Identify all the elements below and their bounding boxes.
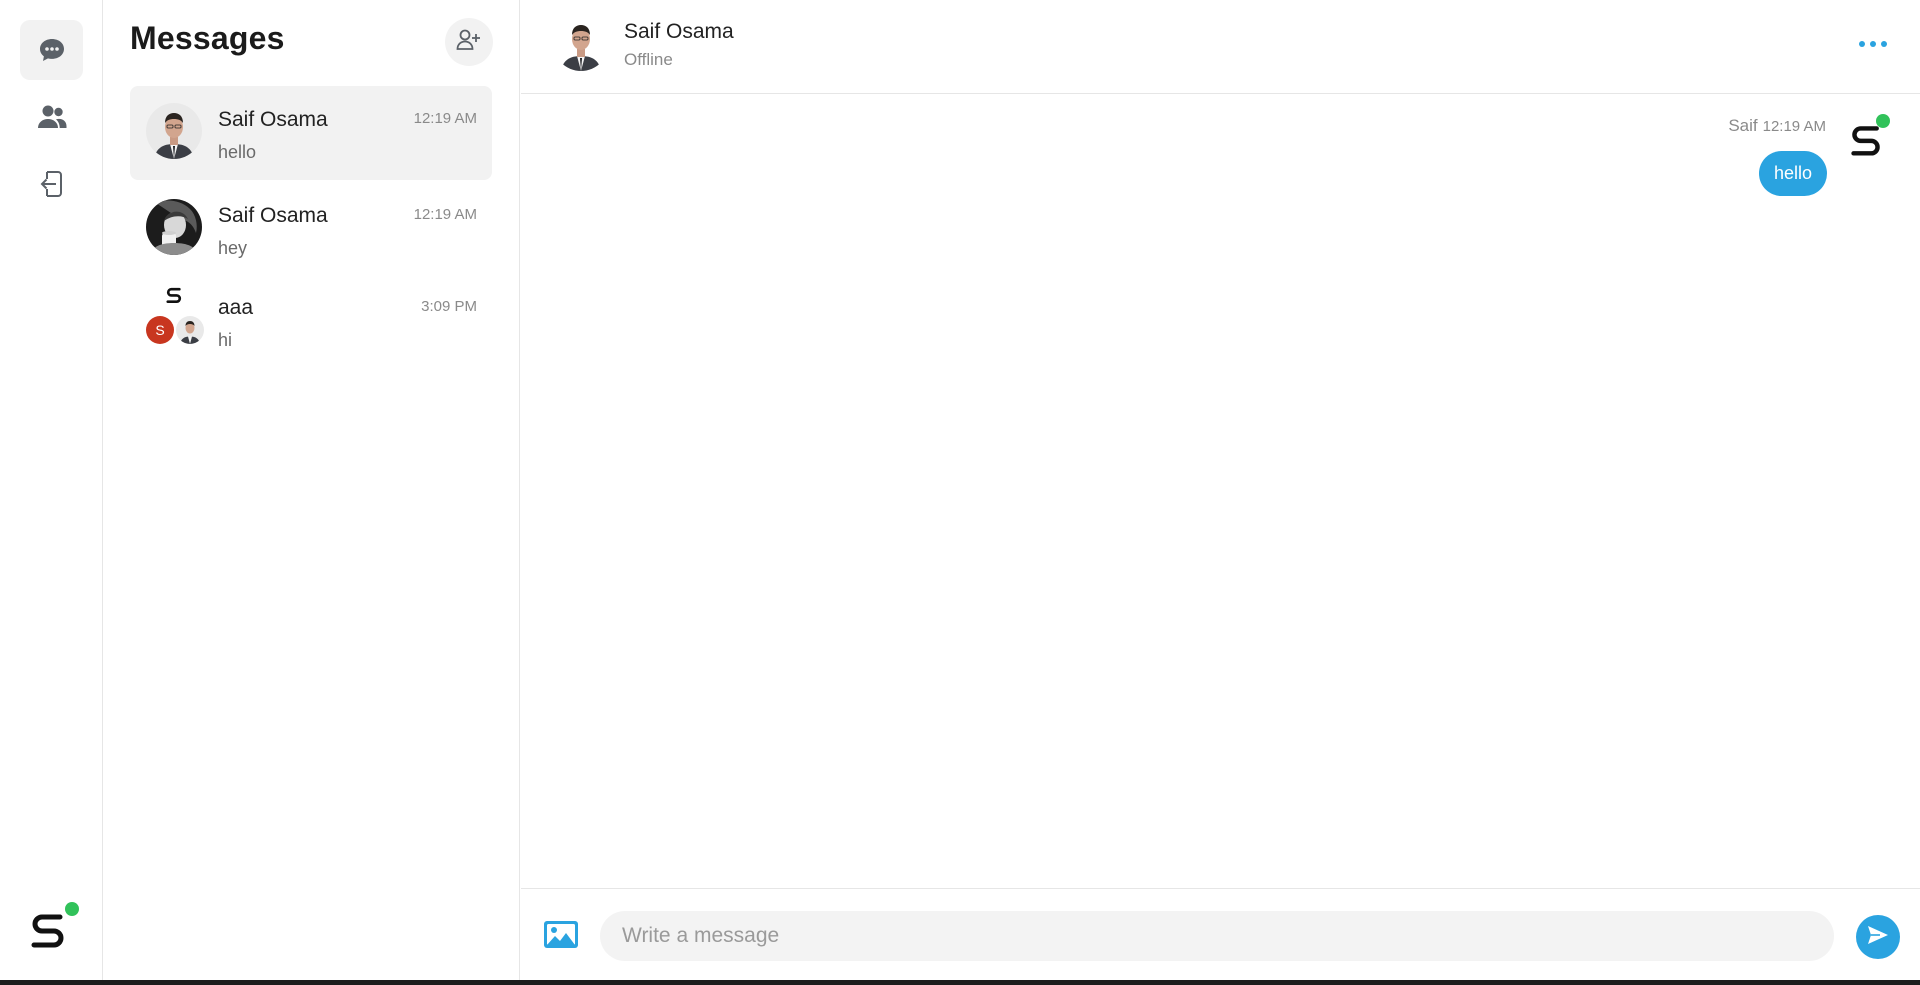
avatar[interactable] (553, 15, 609, 71)
message-composer (521, 888, 1920, 980)
image-icon (543, 921, 579, 955)
rail-logout-button[interactable] (20, 154, 83, 214)
icon-rail (0, 0, 103, 980)
online-status-dot (65, 902, 79, 916)
chat-app: Messages Saif Osama 12:19 AM hello Saif … (0, 0, 1920, 985)
conversation-list: Messages Saif Osama 12:19 AM hello Saif … (104, 0, 520, 980)
avatar (146, 199, 202, 255)
send-button[interactable] (1856, 915, 1900, 959)
conversation-item[interactable]: S aaa 3:09 PM hi (130, 276, 492, 370)
page-title: Messages (130, 20, 285, 56)
add-contact-button[interactable] (445, 18, 493, 66)
more-dots-icon (1881, 41, 1887, 47)
conversation-name: Saif Osama (218, 204, 328, 227)
avatar (176, 316, 204, 344)
more-dots-icon (1870, 41, 1876, 47)
group-avatar: S (144, 284, 204, 348)
rail-chats-button[interactable] (20, 20, 83, 80)
users-icon (37, 104, 67, 130)
man-in-suit-photo (176, 316, 204, 344)
message-input[interactable] (600, 911, 1834, 961)
group-initial-avatar: S (146, 316, 174, 344)
profile-avatar[interactable] (30, 902, 84, 952)
send-icon (1867, 925, 1889, 950)
message-avatar (1842, 112, 1898, 168)
online-status-dot (1876, 114, 1890, 128)
woman-bw-photo (146, 199, 202, 255)
message-bubble: hello (1758, 151, 1827, 196)
logout-icon (38, 169, 66, 199)
avatar (146, 103, 202, 159)
more-options-button[interactable] (1853, 28, 1893, 60)
conversation-name: aaa (218, 296, 254, 319)
conversation-preview: hey (218, 238, 248, 258)
conversation-time: 3:09 PM (421, 298, 477, 315)
more-dots-icon (1859, 41, 1865, 47)
add-user-icon (456, 29, 482, 56)
conversation-preview: hello (218, 142, 257, 162)
message-meta: Saif 12:19 AM (1728, 116, 1826, 136)
conversation-item[interactable]: Saif Osama 12:19 AM hello (130, 86, 492, 180)
attach-image-button[interactable] (543, 917, 579, 951)
window-bottom-edge (0, 980, 1920, 985)
conversation-preview: hi (218, 330, 233, 350)
message-sender: Saif (1728, 116, 1758, 135)
conversation-item[interactable]: Saif Osama 12:19 AM hey (130, 182, 492, 276)
conversation-time: 12:19 AM (413, 206, 477, 223)
chat-bubble-icon (38, 37, 66, 63)
man-in-suit-photo (146, 103, 202, 159)
conversation-time: 12:19 AM (413, 110, 477, 127)
chat-contact-name: Saif Osama (624, 20, 734, 43)
message-time: 12:19 AM (1762, 118, 1826, 135)
man-in-suit-photo (553, 15, 609, 71)
chat-panel: Saif Osama Offline Saif 12:19 AM hello (521, 0, 1920, 980)
chat-contact-status: Offline (624, 50, 673, 69)
chat-header: Saif Osama Offline (521, 0, 1920, 94)
rail-contacts-button[interactable] (20, 87, 83, 147)
conversation-name: Saif Osama (218, 108, 328, 131)
